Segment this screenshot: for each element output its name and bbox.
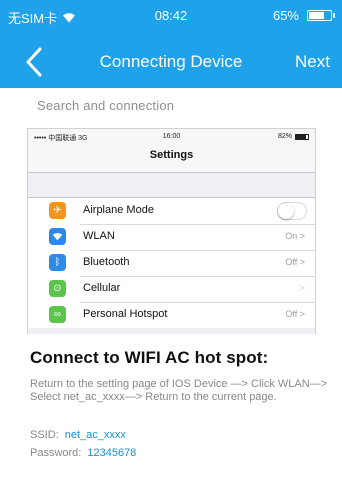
ssid-label: SSID: (30, 429, 59, 441)
main-content: Search and connection ••••• 中国联通 3G 16:0… (0, 88, 342, 490)
instructions-panel: Connect to WIFI AC hot spot: Return to t… (0, 334, 342, 490)
battery-percent: 65% (272, 8, 299, 23)
next-button[interactable]: Next (295, 52, 330, 72)
password-line: Password: 12345678 (30, 447, 136, 459)
ios-battery: 82% (278, 133, 309, 140)
ios-row-value: Off (285, 309, 298, 319)
app-header: 无SIM卡 08:42 65% Connecting Device Next (0, 0, 342, 88)
ios-battery-icon (295, 133, 309, 140)
ios-row-cellular: ⊙ Cellular > (28, 276, 315, 302)
password-label: Password: (30, 447, 82, 459)
ios-row-label: Airplane Mode (83, 204, 154, 216)
battery-fill (309, 12, 324, 19)
ios-row-airplane: ✈ Airplane Mode (28, 198, 315, 224)
instructions-title: Connect to WIFI AC hot spot: (30, 348, 269, 367)
ios-row-value: Off (285, 257, 298, 267)
status-bar: 无SIM卡 08:42 65% (0, 0, 342, 30)
navigation-bar: Connecting Device Next (0, 42, 342, 82)
ios-time: 16:00 (162, 133, 181, 140)
airplane-icon: ✈ (49, 202, 66, 219)
section-heading: Search and connection (37, 98, 175, 113)
ssid-line: SSID: net_ac_xxxx (30, 429, 126, 441)
ios-settings-list: ✈ Airplane Mode WLAN On > ᛒ Bluetooth Of… (28, 197, 315, 328)
chevron-right-icon: > (299, 283, 305, 293)
ssid-value: net_ac_xxxx (64, 429, 126, 441)
ios-settings-title: Settings (28, 145, 315, 173)
instructions-description: Return to the setting page of IOS Device… (30, 378, 328, 403)
ios-row-label: Bluetooth (83, 256, 130, 268)
password-value: 12345678 (87, 447, 137, 459)
ios-status-bar: ••••• 中国联通 3G 16:00 82% (28, 129, 315, 145)
bluetooth-icon: ᛒ (49, 254, 66, 271)
ios-row-wlan: WLAN On > (28, 224, 315, 250)
ios-row-label: Personal Hotspot (83, 308, 168, 320)
page-title: Connecting Device (99, 52, 243, 71)
ios-battery-fill (296, 134, 306, 139)
ios-row-bluetooth: ᛒ Bluetooth Off > (28, 250, 315, 276)
battery-indicator: 65% (272, 8, 335, 23)
battery-icon (307, 10, 335, 21)
ios-row-hotspot: ∞ Personal Hotspot Off > (28, 302, 315, 328)
cellular-icon: ⊙ (49, 280, 66, 297)
ios-row-label: WLAN (83, 230, 115, 242)
airplane-toggle (277, 202, 307, 220)
ios-settings-screenshot: ••••• 中国联通 3G 16:00 82% Settings ✈ Airpl… (27, 128, 316, 358)
wifi-icon (49, 228, 66, 245)
ios-battery-percent: 82% (277, 133, 292, 140)
hotspot-icon: ∞ (49, 306, 66, 323)
ios-row-value: On (285, 231, 298, 241)
ios-row-label: Cellular (83, 282, 121, 294)
